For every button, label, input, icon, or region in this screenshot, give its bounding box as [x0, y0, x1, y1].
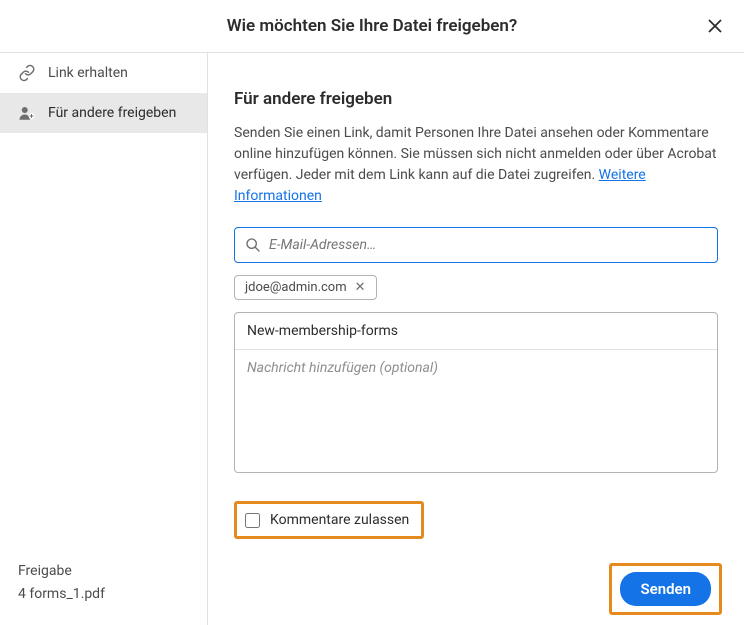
email-input[interactable]	[269, 237, 707, 253]
remove-recipient-button[interactable]: ✕	[355, 280, 366, 295]
footer-filename: 4 forms_1.pdf	[18, 583, 207, 605]
allow-comments-row[interactable]: Kommentare zulassen	[234, 501, 424, 539]
sidebar-item-label: Link erhalten	[48, 65, 128, 81]
allow-comments-label: Kommentare zulassen	[270, 512, 409, 528]
sidebar-item-share-others[interactable]: Für andere freigeben	[0, 93, 207, 133]
sidebar-item-label: Für andere freigeben	[48, 105, 176, 121]
send-button-highlight: Senden	[609, 563, 722, 615]
send-button[interactable]: Senden	[620, 572, 711, 606]
sidebar-item-get-link[interactable]: Link erhalten	[0, 53, 207, 93]
add-user-icon	[18, 104, 36, 122]
dialog-title: Wie möchten Sie Ihre Datei freigeben?	[227, 16, 518, 36]
recipient-chip-label: jdoe@admin.com	[245, 280, 347, 295]
sidebar: Link erhalten Für andere freigeben Freig…	[0, 53, 208, 625]
compose-box: New-membership-forms Nachricht hinzufüge…	[234, 312, 718, 473]
subject-field[interactable]: New-membership-forms	[235, 313, 717, 350]
description-text: Senden Sie einen Link, damit Personen Ih…	[234, 123, 718, 207]
search-icon	[245, 237, 261, 253]
message-field[interactable]: Nachricht hinzufügen (optional)	[235, 350, 717, 472]
sidebar-footer: Freigabe 4 forms_1.pdf	[0, 560, 207, 625]
recipient-chip: jdoe@admin.com ✕	[234, 275, 377, 300]
close-icon	[707, 18, 723, 34]
link-icon	[18, 64, 36, 82]
dialog-header: Wie möchten Sie Ihre Datei freigeben?	[0, 0, 744, 53]
email-input-row[interactable]	[234, 227, 718, 263]
footer-label: Freigabe	[18, 560, 207, 582]
main-panel: Für andere freigeben Senden Sie einen Li…	[208, 53, 744, 625]
allow-comments-checkbox[interactable]	[245, 513, 260, 528]
close-button[interactable]	[704, 15, 726, 37]
section-heading: Für andere freigeben	[234, 89, 718, 109]
